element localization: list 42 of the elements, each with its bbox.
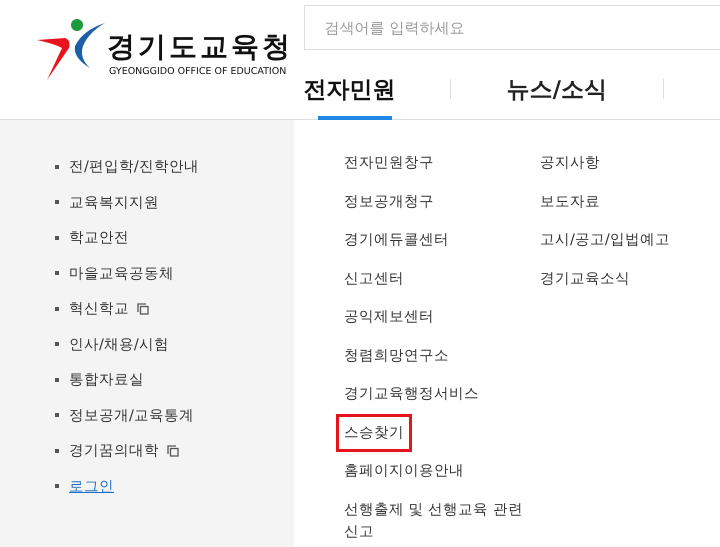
bullet-icon [55,271,59,276]
new-window-icon [137,302,149,315]
menu-link[interactable]: 공지사항 [540,152,600,174]
bullet-icon [55,342,59,346]
menu-link[interactable]: 공익제보센터 [344,306,434,328]
sidebar-link[interactable]: 인사/채용/시험 [69,334,169,354]
bullet-icon [55,484,59,488]
menu-link[interactable]: 경기교육소식 [540,268,630,290]
logo-title: 경기도교육청 [107,30,293,64]
sidebar-link[interactable]: 전/편입학/진학안내 [69,157,199,176]
menu-link[interactable]: 경기교육행정서비스 [344,383,479,405]
bullet-icon [55,200,59,204]
menu-link[interactable]: 고시/공고/입법예고 [540,229,670,251]
bullet-icon [55,306,59,311]
menu-link[interactable]: 청렴희망연구소 [344,344,449,366]
bullet-icon [55,236,59,240]
menu-link[interactable]: 신고센터 [344,268,404,290]
search-field[interactable]: 검색어를 입력하세요 [304,5,720,50]
logo-icon [35,18,107,82]
bullet-icon [55,378,59,382]
bullet-icon [55,164,59,169]
sidebar-link[interactable]: 정보공개/교육통계 [69,406,194,425]
sidebar-link[interactable]: 경기꿈의대학 [69,441,159,460]
nav-tab[interactable]: 전자민원 [304,50,396,120]
menu-link[interactable]: 선행출제 및 선행교육 관련 신고 [344,498,529,542]
menu-link[interactable]: 보도자료 [540,190,600,212]
menu-link[interactable]: 스승찾기 [336,414,412,452]
menu-link[interactable]: 전자민원창구 [344,152,434,174]
logo-subtitle: GYEONGGIDO OFFICE OF EDUCATION [109,66,288,77]
login-link[interactable]: 로그인 [69,476,114,496]
sidebar-link[interactable]: 학교안전 [69,228,129,248]
sidebar-link[interactable]: 통합자료실 [69,370,144,390]
new-window-icon [167,444,179,457]
nav-tab[interactable]: 뉴스/소식 [506,50,607,120]
bullet-icon [55,448,59,453]
sidebar-link[interactable]: 마을교육공동체 [69,264,174,283]
menu-link[interactable]: 홈페이지이용안내 [344,460,464,482]
menu-link[interactable]: 경기에듀콜센터 [344,229,449,251]
sidebar-link[interactable]: 혁신학교 [69,299,129,318]
menu-link[interactable]: 정보공개청구 [344,190,434,212]
sidebar-link[interactable]: 교육복지지원 [69,192,159,212]
bullet-icon [55,413,59,418]
